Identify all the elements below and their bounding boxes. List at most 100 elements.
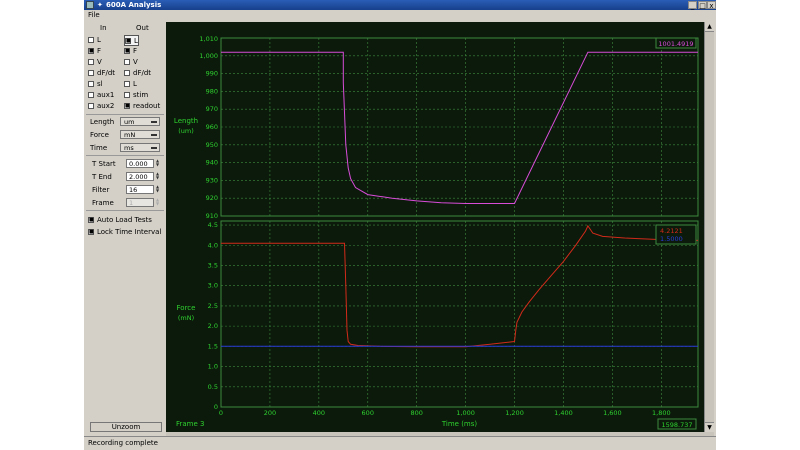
tstart-field[interactable]: 0.000 [126, 159, 154, 168]
tend-spinner[interactable]: ▲ ▼ [156, 172, 161, 181]
time-label: Time [90, 144, 108, 152]
checkbox-box: ■ [88, 47, 94, 54]
force-frame [220, 220, 699, 408]
filter-field[interactable]: 16 [126, 185, 154, 194]
vertical-scrollbar[interactable]: ▲ ▼ [704, 22, 714, 432]
force-ytick-label: 4.0 [208, 241, 218, 249]
xtick-label: 1,800 [652, 409, 671, 417]
lock-time-interval-label: Lock Time Interval [97, 227, 162, 236]
in-channel-6-checkbox[interactable]: aux2 [88, 101, 114, 110]
xtick-label: 1,200 [505, 409, 524, 417]
menu-file[interactable]: File [88, 10, 100, 21]
dropdown-arrow-icon [151, 147, 157, 149]
menu-bar: File [84, 10, 716, 21]
frame-field[interactable]: 1 [126, 198, 154, 207]
checkbox-box [88, 69, 94, 76]
minimize-button[interactable]: _ [688, 1, 697, 10]
xlabel: Time (ms) [441, 420, 478, 428]
out-channel-2-checkbox[interactable]: V [124, 57, 138, 66]
out-channel-4-checkbox[interactable]: L [124, 79, 137, 88]
length-ytick-label: 920 [206, 194, 218, 202]
in-channel-0-checkbox[interactable]: L [88, 35, 101, 44]
tend-label: T End [92, 173, 112, 181]
frame-spinner[interactable]: ▲ ▼ [156, 198, 161, 207]
out-channel-label: dF/dt [133, 68, 152, 77]
checkbox-box [124, 69, 130, 76]
force-ytick-label: 1.5 [208, 342, 218, 350]
out-channel-label: L [133, 79, 137, 88]
tstart-label: T Start [92, 160, 116, 168]
filter-spinner[interactable]: ▲ ▼ [156, 185, 161, 194]
scroll-down-icon[interactable]: ▼ [705, 422, 714, 432]
divider [86, 155, 164, 156]
checkbox-box [124, 80, 130, 87]
in-channel-5-checkbox[interactable]: aux1 [88, 90, 114, 99]
length-ytick-label: 970 [206, 105, 218, 113]
baseline-readout: 1.5000 [660, 235, 683, 243]
out-channel-6-checkbox[interactable]: ■ readout [124, 101, 160, 110]
app-icon [86, 1, 94, 9]
checkbox-box [88, 91, 94, 98]
length-ytick-label: 930 [206, 176, 218, 184]
force-ylabel: Force [177, 304, 196, 312]
length-ytick-label: 990 [206, 70, 218, 78]
length-ytick-label: 940 [206, 159, 218, 167]
tstart-spinner[interactable]: ▲ ▼ [156, 159, 161, 168]
force-ytick-label: 3.0 [208, 282, 218, 290]
xtick-label: 1,400 [554, 409, 573, 417]
scroll-up-icon[interactable]: ▲ [705, 22, 714, 32]
length-ytick-label: 910 [206, 212, 218, 220]
divider [86, 114, 164, 115]
force-unit-dropdown[interactable]: mN [120, 130, 160, 139]
force-series-line-0 [221, 224, 699, 348]
out-channel-3-checkbox[interactable]: dF/dt [124, 68, 151, 77]
tend-field[interactable]: 2.000 [126, 172, 154, 181]
length-ytick-label: 1,000 [199, 52, 218, 60]
time-unit-dropdown[interactable]: ms [120, 143, 160, 152]
out-channel-0-checkbox[interactable]: ■ L [124, 35, 139, 46]
close-button[interactable]: x [707, 1, 716, 10]
pin-icon[interactable]: ✦ [97, 0, 103, 10]
checkbox-box: ■ [88, 228, 94, 235]
maximize-button[interactable]: □ [698, 1, 707, 10]
control-panel: In Out L ■ F VdF/dt sl aux1 aux2 ■ L ■ F VdF/dt Lst… [86, 22, 166, 432]
force-unit-value: mN [124, 131, 136, 139]
in-channel-label: L [97, 35, 101, 44]
length-readout: 1001.4919 [658, 40, 693, 48]
checkbox-box [88, 58, 94, 65]
length-yunit: (um) [178, 127, 194, 135]
in-channel-4-checkbox[interactable]: sl [88, 79, 103, 88]
auto-load-tests-label: Auto Load Tests [97, 215, 152, 224]
frame-label: Frame 3 [176, 420, 205, 428]
length-unit-dropdown[interactable]: um [120, 117, 160, 126]
out-header: Out [136, 24, 149, 32]
plots-svg: 910 920 930 940 950 960 970 980 990 1,000 1,010 Len… [174, 35, 699, 430]
time-unit-value: ms [124, 144, 134, 152]
lock-time-interval-checkbox[interactable]: ■ Lock Time Interval [88, 227, 161, 236]
xtick-label: 400 [313, 409, 325, 417]
checkbox-box: ■ [124, 47, 130, 54]
xtick-label: 0 [219, 409, 223, 417]
in-channel-2-checkbox[interactable]: V [88, 57, 102, 66]
force-ytick-label: 4.5 [208, 221, 218, 229]
out-channel-label: V [133, 57, 138, 66]
force-label: Force [90, 131, 109, 139]
out-channel-1-checkbox[interactable]: ■ F [124, 46, 137, 55]
title-bar[interactable]: ✦ 600A Analysis _ □ x [84, 0, 716, 10]
auto-load-tests-checkbox[interactable]: ■ Auto Load Tests [88, 215, 152, 224]
in-channel-label: F [97, 46, 102, 55]
frame-label: Frame [92, 199, 114, 207]
force-ytick-label: 0.5 [208, 383, 218, 391]
filter-label: Filter [92, 186, 110, 194]
unzoom-button[interactable]: Unzoom [90, 422, 162, 432]
in-channel-1-checkbox[interactable]: ■ F [88, 46, 101, 55]
out-channel-label: readout [133, 101, 161, 110]
force-ytick-label: 3.5 [208, 261, 218, 269]
out-channel-label: L [134, 36, 138, 45]
out-channel-5-checkbox[interactable]: stim [124, 90, 148, 99]
in-channel-3-checkbox[interactable]: dF/dt [88, 68, 115, 77]
status-bar: Recording complete [84, 436, 716, 448]
force-ytick-label: 2.5 [208, 302, 218, 310]
out-channel-label: F [133, 46, 138, 55]
xtick-label: 200 [264, 409, 276, 417]
